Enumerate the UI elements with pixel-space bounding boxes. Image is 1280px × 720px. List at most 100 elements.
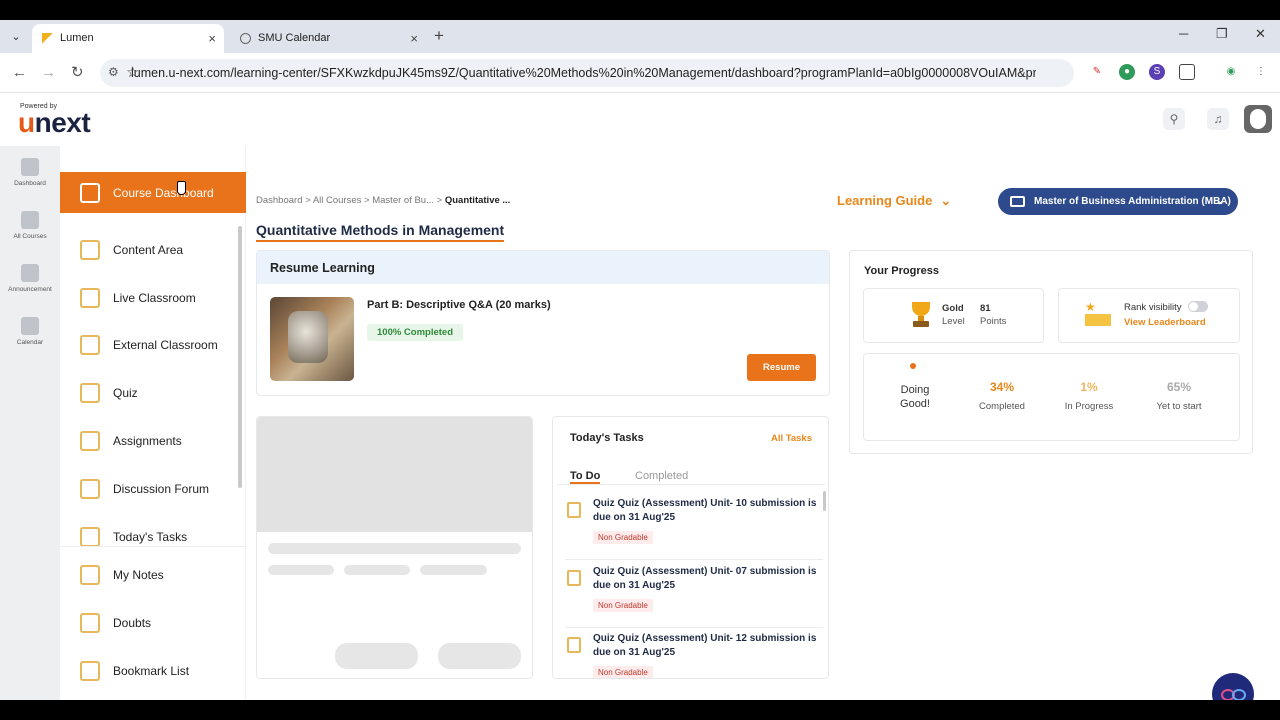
address-bar[interactable]: ⚙ lumen.u-next.com/learning-center/SFXKw…	[100, 59, 1074, 87]
tab-search-button[interactable]: ⌄	[6, 27, 26, 47]
tab-completed[interactable]: Completed	[635, 470, 688, 482]
chevron-down-icon: ⌄	[1215, 196, 1224, 207]
resume-header: Resume Learning	[257, 251, 829, 284]
pen-extension-icon[interactable]: ✎	[1089, 64, 1105, 80]
skeleton-chip	[344, 565, 410, 575]
menu-item-doubts[interactable]: Doubts	[60, 602, 246, 644]
status-label: Doing Good!	[900, 384, 930, 410]
breadcrumb-separator: >	[364, 195, 370, 206]
stat-label: In Progress	[1064, 401, 1114, 412]
all-tasks-link[interactable]: All Tasks	[771, 433, 812, 444]
breadcrumb: Dashboard > All Courses > Master of Bu..…	[256, 195, 510, 206]
tab-close-icon[interactable]: ×	[208, 24, 216, 53]
more-menu-icon[interactable]: ⋮	[1253, 64, 1269, 80]
window-close-button[interactable]: ✕	[1255, 26, 1266, 42]
unext-logo[interactable]: unext	[18, 107, 91, 139]
notes-icon	[80, 565, 100, 585]
chat-assistant-button[interactable]	[1212, 673, 1254, 700]
green-extension-icon[interactable]: ●	[1119, 64, 1135, 80]
menu-item-content-area[interactable]: Content Area	[60, 229, 246, 271]
tab-title: Lumen	[60, 32, 94, 44]
rail-item-calendar[interactable]: Calendar	[0, 317, 60, 346]
breadcrumb-program[interactable]: Master of Bu...	[372, 195, 434, 206]
forward-button[interactable]: →	[41, 64, 56, 82]
task-item[interactable]: Quiz Quiz (Assessment) Unit- 12 submissi…	[565, 627, 823, 678]
task-item[interactable]: Quiz Quiz (Assessment) Unit- 10 submissi…	[565, 492, 823, 560]
tasks-title: Today's Tasks	[570, 432, 644, 444]
resume-learning-card: Resume Learning Part B: Descriptive Q&A …	[256, 250, 830, 396]
rail-label: All Courses	[13, 233, 47, 240]
search-icon[interactable]: ⚲	[1163, 108, 1185, 130]
rank-visibility-toggle[interactable]	[1188, 301, 1208, 312]
minimize-button[interactable]: ─	[1179, 26, 1188, 41]
menu-item-todays-tasks[interactable]: Today's Tasks	[60, 516, 246, 558]
quiz-icon	[80, 383, 100, 403]
new-tab-button[interactable]: +	[434, 26, 444, 46]
progress-stats-box: Doing Good! 34% Completed 1% In Progress…	[863, 353, 1240, 441]
rail-item-all-courses[interactable]: All Courses	[0, 211, 60, 240]
rail-label: Calendar	[16, 339, 44, 346]
bookmark-star-icon[interactable]: ☆	[126, 63, 1062, 81]
back-button[interactable]: ←	[12, 64, 27, 82]
menu-item-assignments[interactable]: Assignments	[60, 420, 246, 462]
profile-sync-icon[interactable]: ◉	[1223, 64, 1239, 80]
bookmark-icon	[80, 661, 100, 681]
breadcrumb-dashboard[interactable]: Dashboard	[256, 195, 302, 206]
task-item[interactable]: Quiz Quiz (Assessment) Unit- 07 submissi…	[565, 560, 823, 628]
left-rail: Dashboard All Courses Announcement Calen…	[0, 146, 60, 700]
resume-item-title[interactable]: Part B: Descriptive Q&A (20 marks)	[367, 299, 551, 311]
tab-strip: ⌄ Lumen × SMU Calendar × + ─ ❐ ✕	[0, 20, 1280, 53]
tab-to-do[interactable]: To Do	[570, 470, 601, 484]
your-progress-card: Your Progress Gold Level 81 Points ★ Ran…	[849, 250, 1253, 454]
stat-yet-to-start: 65% Yet to start	[1139, 380, 1219, 412]
rail-item-announcement[interactable]: Announcement	[0, 264, 60, 293]
menu-item-quiz[interactable]: Quiz	[60, 372, 246, 414]
tab-lumen[interactable]: Lumen ×	[32, 24, 224, 53]
coins-jar-thumbnail[interactable]	[270, 297, 354, 381]
program-label: Master of Business Administration (MBA)	[1034, 196, 1231, 207]
task-text: Quiz Quiz (Assessment) Unit- 12 submissi…	[593, 633, 817, 658]
stat-value: 34%	[989, 380, 1015, 394]
signpost-icon	[80, 183, 100, 203]
stat-label: Yet to start	[1156, 401, 1202, 412]
menu-item-external-classroom[interactable]: External Classroom	[60, 324, 246, 366]
s-extension-icon[interactable]: S	[1149, 64, 1165, 80]
menu-label: Discussion Forum	[113, 482, 210, 496]
stat-completed: 34% Completed	[962, 380, 1042, 412]
lumen-favicon-icon	[42, 33, 53, 44]
view-leaderboard-link[interactable]: View Leaderboard	[1124, 317, 1206, 328]
stat-in-progress: 1% In Progress	[1049, 380, 1129, 412]
app-header: Powered by unext ⚲ ♫	[0, 94, 1280, 146]
dashboard-icon	[21, 158, 39, 176]
menu-item-course-dashboard[interactable]: Course Dashboard	[60, 172, 246, 213]
menu-item-discussion-forum[interactable]: Discussion Forum	[60, 468, 246, 510]
tab-close-icon[interactable]: ×	[410, 24, 418, 53]
site-info-icon[interactable]: ⚙	[108, 65, 119, 79]
menu-label: Live Classroom	[113, 291, 196, 305]
restore-button[interactable]: ❐	[1216, 26, 1228, 42]
menu-item-live-classroom[interactable]: Live Classroom	[60, 277, 246, 319]
podium-icon	[1085, 314, 1111, 326]
stat-value: 1%	[1080, 380, 1098, 394]
avatar[interactable]	[1244, 105, 1272, 133]
tasks-icon	[80, 527, 100, 547]
menu-item-my-notes[interactable]: My Notes	[60, 554, 246, 596]
tab-smu-calendar[interactable]: SMU Calendar ×	[230, 24, 426, 53]
resume-button[interactable]: Resume	[747, 354, 816, 381]
status-dot-icon	[910, 363, 916, 369]
breadcrumb-all-courses[interactable]: All Courses	[313, 195, 362, 206]
menu-scrollbar[interactable]	[238, 226, 242, 488]
tasks-scrollbar[interactable]	[823, 491, 826, 511]
rail-item-dashboard[interactable]: Dashboard	[0, 158, 60, 187]
rank-box: ★ Rank visibility View Leaderboard	[1058, 288, 1240, 343]
document-icon	[567, 502, 581, 518]
program-selector[interactable]: Master of Business Administration (MBA) …	[998, 188, 1238, 215]
reload-button[interactable]: ↻	[71, 64, 84, 82]
menu-item-bookmark-list[interactable]: Bookmark List	[60, 650, 246, 692]
learning-guide-dropdown[interactable]: Learning Guide ⌄	[837, 193, 951, 209]
bell-icon[interactable]: ♫	[1207, 108, 1229, 130]
forum-icon	[80, 479, 100, 499]
screen-bottom-bar	[0, 700, 1280, 720]
puzzle-extensions-icon[interactable]	[1179, 64, 1195, 80]
document-icon	[567, 637, 581, 653]
